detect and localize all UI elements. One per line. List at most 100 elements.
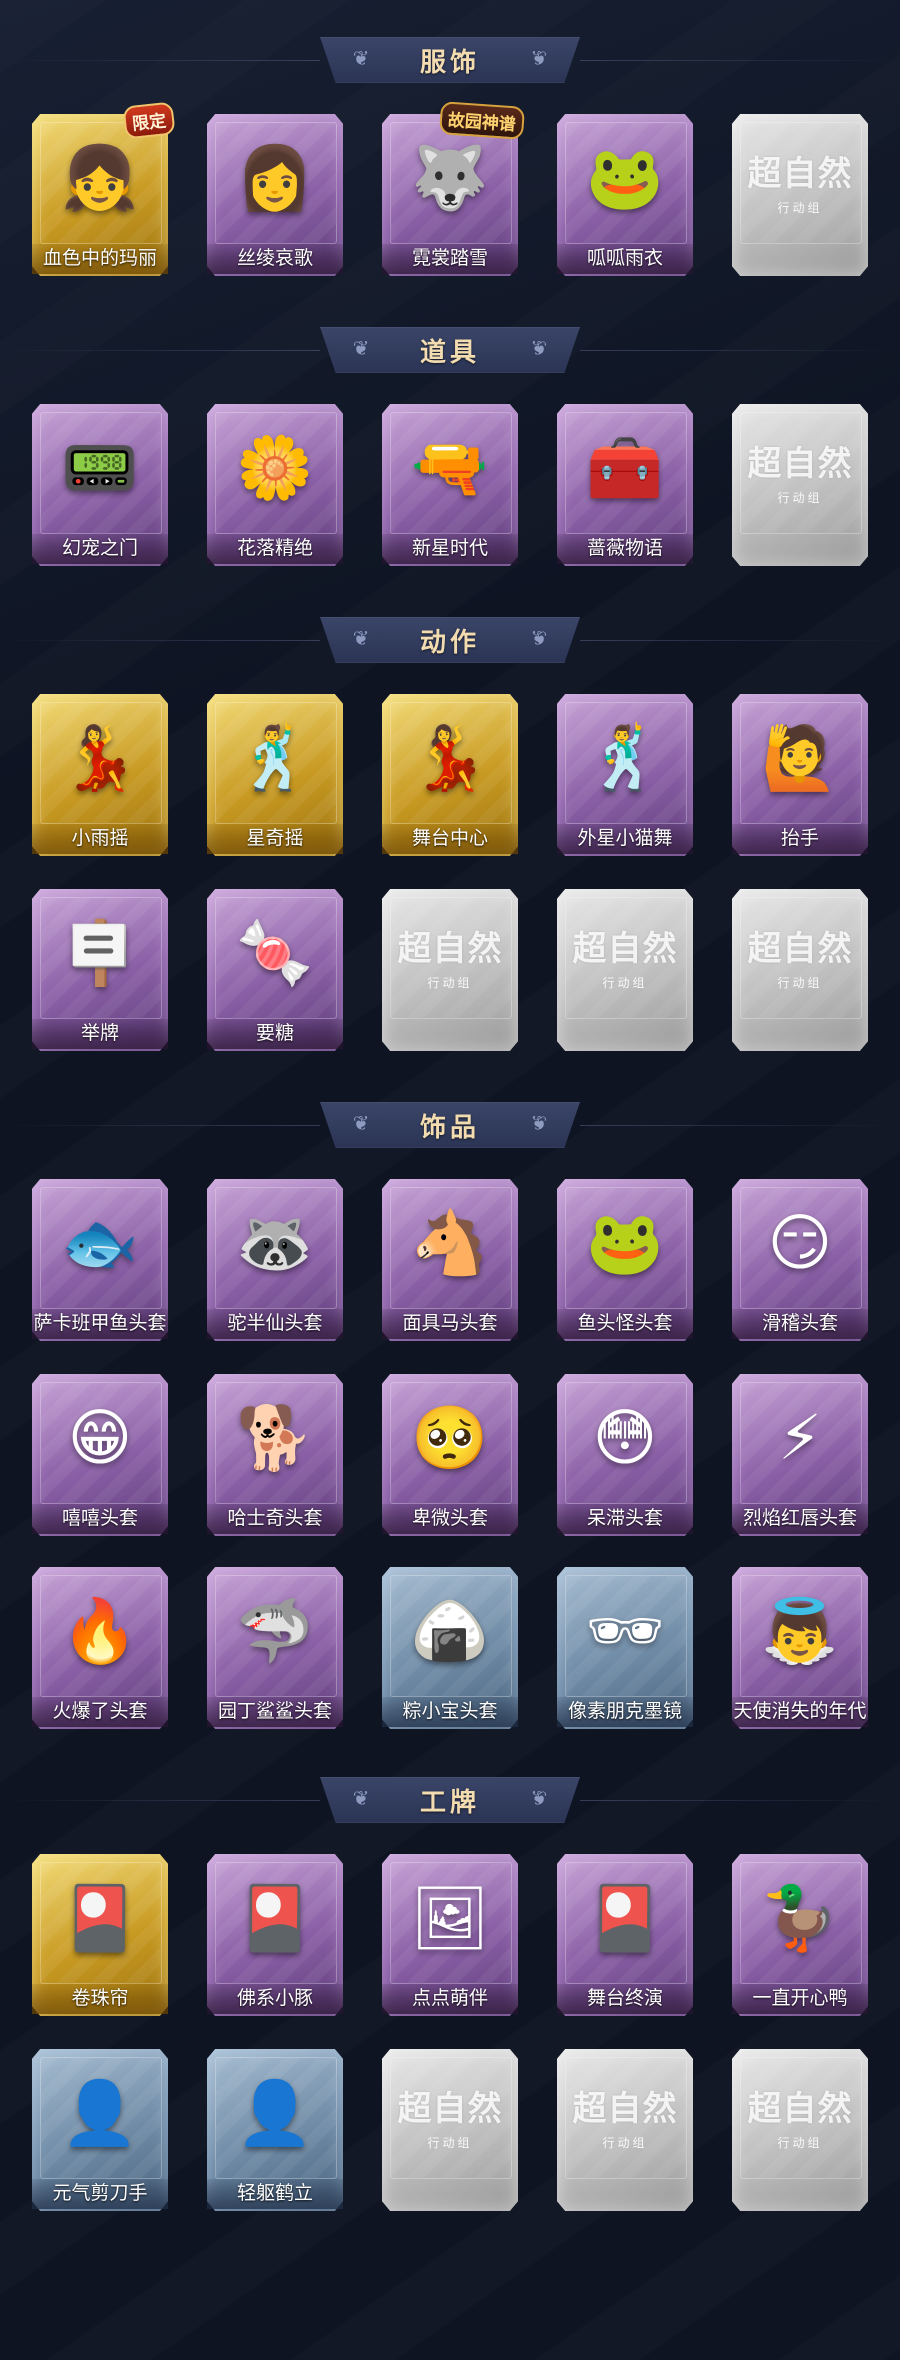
section-title: 动作 [419, 626, 480, 657]
empty-slot-card[interactable]: 超自然 行动组 [730, 400, 870, 570]
item-card[interactable]: 🦝 驼半仙头套 [205, 1175, 345, 1345]
item-row: 😁 嘻嘻头套 🐕 哈士奇头套 🥺 卑微头套 😳 呆滞头套 ⚡ 烈焰红唇头套 [30, 1370, 870, 1545]
pet-device-icon: 📟 [61, 434, 139, 503]
item-card[interactable]: 🍙 粽小宝头套 [380, 1563, 520, 1733]
item-art: 🎴 [205, 1860, 345, 1978]
item-art: 🙋 [730, 700, 870, 818]
item-card[interactable]: 👤 元气剪刀手 [30, 2045, 170, 2215]
item-card[interactable]: 🪧 举牌 [30, 885, 170, 1055]
item-name: 幻宠之门 [32, 534, 168, 564]
placeholder-watermark: 超自然 行动组 [380, 2081, 520, 2151]
item-card[interactable]: 👼 天使消失的年代 [730, 1563, 870, 1733]
empty-slot-card[interactable]: 超自然 行动组 [730, 885, 870, 1055]
item-card[interactable]: 👩 丝绫哀歌 [205, 110, 345, 280]
item-card[interactable]: 💃 舞台中心 [380, 690, 520, 860]
item-name: 丝绫哀歌 [207, 244, 343, 274]
item-card[interactable]: ⚡ 烈焰红唇头套 [730, 1370, 870, 1540]
item-card[interactable]: 🐴 面具马头套 [380, 1175, 520, 1345]
item-art: 💃 [380, 700, 520, 818]
item-card[interactable]: 🔫 新星时代 [380, 400, 520, 570]
horse-head-icon: 🐴 [411, 1209, 489, 1278]
swirl-ornament-icon: ❦ [352, 48, 370, 70]
item-card[interactable]: 🎴 舞台终演 [555, 1850, 695, 2020]
item-name: 舞台中心 [382, 824, 518, 854]
item-name: 滑稽头套 [732, 1309, 868, 1339]
item-card[interactable]: 🍬 要糖 [205, 885, 345, 1055]
item-card[interactable]: 📟 幻宠之门 [30, 400, 170, 570]
item-name: 呆滞头套 [557, 1504, 693, 1534]
swirl-ornament-icon: ❦ [352, 628, 370, 650]
empty-slot-card[interactable]: 超自然 行动组 [555, 885, 695, 1055]
item-card[interactable]: 🎴 佛系小豚 [205, 1850, 345, 2020]
item-art: 👤 [30, 2055, 170, 2173]
placeholder-watermark: 超自然 行动组 [730, 921, 870, 991]
item-name: 粽小宝头套 [382, 1697, 518, 1727]
placeholder-title: 超自然 [572, 929, 678, 969]
fire-head-icon: 🔥 [61, 1597, 139, 1666]
item-name: 嘻嘻头套 [32, 1504, 168, 1534]
item-art: 🥺 [380, 1380, 520, 1498]
empty-slot-card[interactable]: 超自然 行动组 [380, 2045, 520, 2215]
item-art: 🐕 [205, 1380, 345, 1498]
item-card[interactable]: 🙋 抬手 [730, 690, 870, 860]
item-name: 呱呱雨衣 [557, 244, 693, 274]
item-name: 星奇摇 [207, 824, 343, 854]
item-card[interactable]: 👤 轻躯鹤立 [205, 2045, 345, 2215]
ask-candy-icon: 🍬 [236, 919, 314, 988]
placeholder-subtitle: 行动组 [602, 976, 648, 990]
empty-slot-card[interactable]: 超自然 行动组 [555, 2045, 695, 2215]
item-card[interactable]: 🕶 像素朋克墨镜 [555, 1563, 695, 1733]
placeholder-watermark: 超自然 行动组 [730, 436, 870, 506]
header-divider [580, 60, 900, 61]
item-name: 鱼头怪头套 [557, 1309, 693, 1339]
item-card[interactable]: 🥺 卑微头套 [380, 1370, 520, 1540]
item-card[interactable]: 💃 小雨摇 [30, 690, 170, 860]
item-name: 霓裳踏雪 [382, 244, 518, 274]
item-name: 血色中的玛丽 [32, 244, 168, 274]
item-card[interactable]: 😁 嘻嘻头套 [30, 1370, 170, 1540]
pikachu-head-icon: ⚡ [778, 1404, 822, 1473]
item-row: 🔥 火爆了头套 🦈 园丁鲨鲨头套 🍙 粽小宝头套 🕶 像素朋克墨镜 👼 天使消失的年代 [30, 1563, 870, 1738]
item-card[interactable]: 🐺 霓裳踏雪 故园神谱 [380, 101, 526, 280]
flower-necklace-icon: 🌼 [236, 434, 314, 503]
item-art: 🕺 [205, 700, 345, 818]
zongzi-head-icon: 🍙 [411, 1597, 489, 1666]
section-header: ❦ 饰品 ❦ [0, 1095, 900, 1155]
item-card[interactable]: 🧰 蔷薇物语 [555, 400, 695, 570]
swirl-ornament-icon: ❦ [530, 1113, 548, 1135]
item-card[interactable]: 🦆 一直开心鸭 [730, 1850, 870, 2020]
empty-slot-card[interactable]: 超自然 行动组 [730, 2045, 870, 2215]
item-card[interactable]: 🐕 哈士奇头套 [205, 1370, 345, 1540]
placeholder-subtitle: 行动组 [777, 976, 823, 990]
item-art: 🧰 [555, 410, 695, 528]
item-card[interactable]: 🕺 星奇摇 [205, 690, 345, 860]
item-card[interactable]: 😏 滑稽头套 [730, 1175, 870, 1345]
item-art: 😁 [30, 1380, 170, 1498]
item-art: 📟 [30, 410, 170, 528]
item-row: 🎴 卷珠帘 🎴 佛系小豚 🖼 点点萌伴 🎴 舞台终演 🦆 一直开心鸭 [30, 1850, 870, 2025]
item-card[interactable]: 👧 血色中的玛丽 限定 [30, 101, 176, 280]
shark-head-icon: 🦈 [236, 1597, 314, 1666]
empty-slot-card[interactable]: 超自然 行动组 [730, 110, 870, 280]
item-card[interactable]: 🖼 点点萌伴 [380, 1850, 520, 2020]
item-card[interactable]: 🔥 火爆了头套 [30, 1563, 170, 1733]
item-art: 👤 [205, 2055, 345, 2173]
item-card[interactable]: 🕺 外星小猫舞 [555, 690, 695, 860]
item-card[interactable]: 🎴 卷珠帘 [30, 1850, 170, 2020]
header-divider [580, 640, 900, 641]
item-name: 佛系小豚 [207, 1984, 343, 2014]
item-art: 🔥 [30, 1573, 170, 1691]
item-card[interactable]: 🌼 花落精绝 [205, 400, 345, 570]
item-card[interactable]: 🐟 萨卡班甲鱼头套 [30, 1175, 170, 1345]
item-card[interactable]: 😳 呆滞头套 [555, 1370, 695, 1540]
funny-face-icon: 😏 [767, 1209, 833, 1278]
item-card[interactable]: 🐸 鱼头怪头套 [555, 1175, 695, 1345]
badge-card-icon: 🖼 [410, 1884, 490, 1953]
placeholder-watermark: 超自然 行动组 [730, 146, 870, 216]
dance-pose-icon: 💃 [61, 724, 139, 793]
item-card[interactable]: 🦈 园丁鲨鲨头套 [205, 1563, 345, 1733]
header-divider [0, 640, 320, 641]
placeholder-watermark: 超自然 行动组 [555, 2081, 695, 2151]
empty-slot-card[interactable]: 超自然 行动组 [380, 885, 520, 1055]
item-card[interactable]: 🐸 呱呱雨衣 [555, 110, 695, 280]
